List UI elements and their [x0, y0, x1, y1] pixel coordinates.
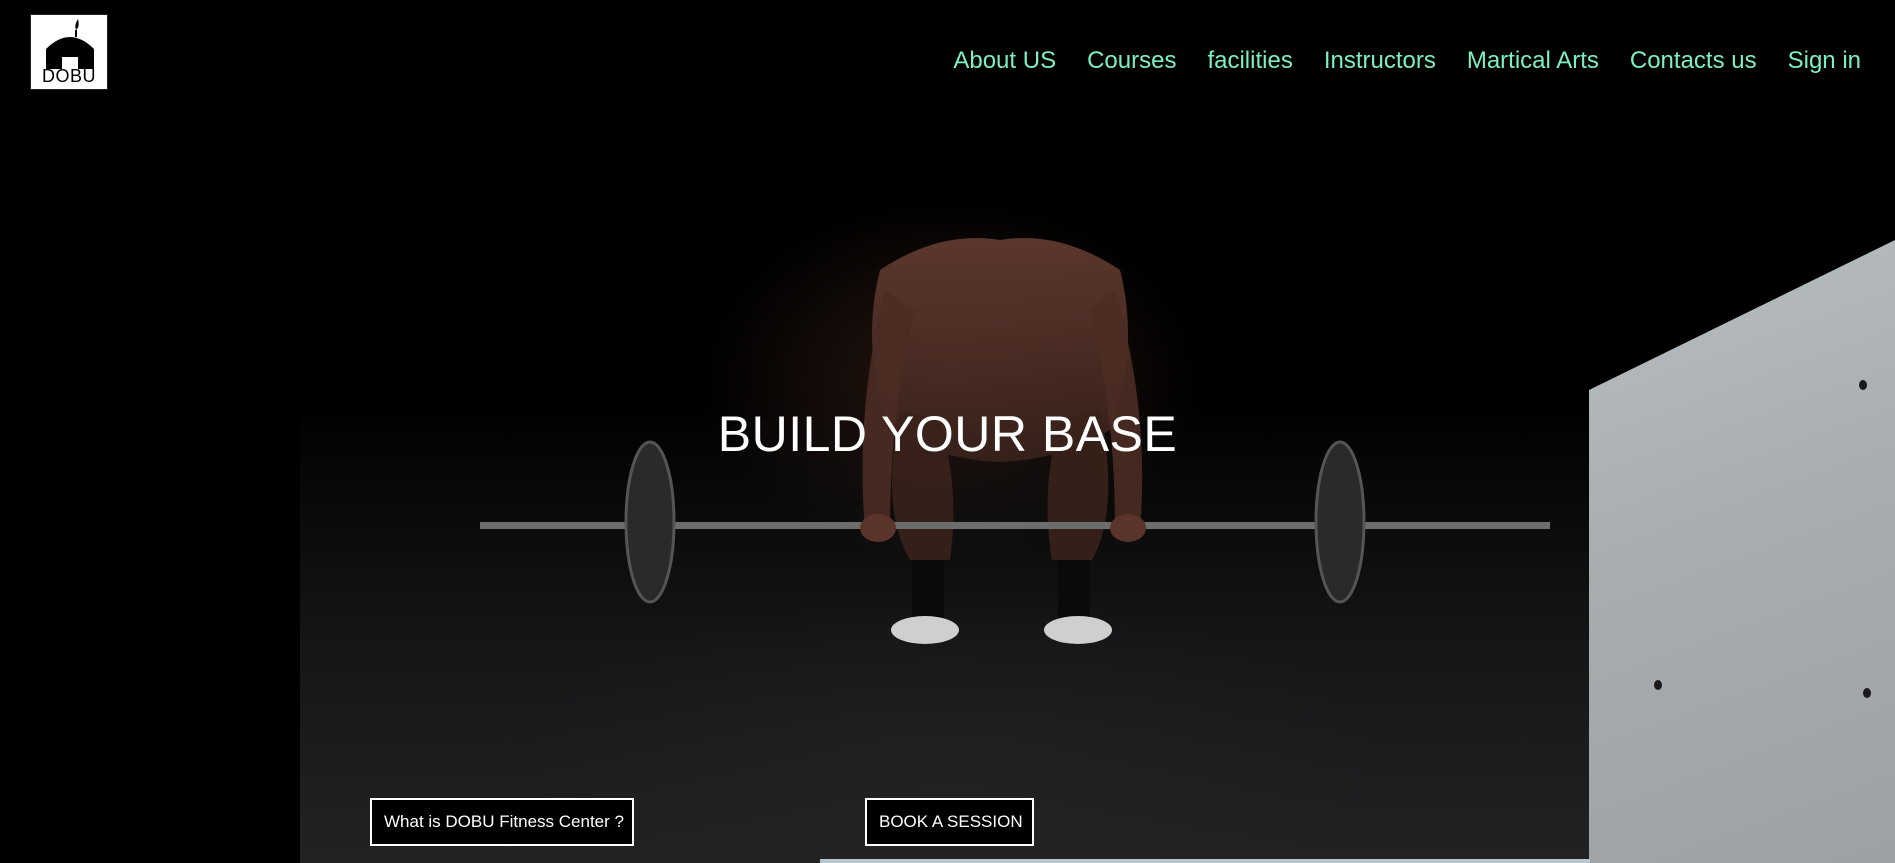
nav-courses[interactable]: Courses: [1087, 44, 1176, 78]
landing-page: DOBU About US Courses facilities Instruc…: [0, 0, 1895, 863]
dobu-logo[interactable]: DOBU: [30, 14, 108, 90]
weightlifter-figure: [480, 238, 1550, 644]
nav-about-us[interactable]: About US: [953, 44, 1056, 78]
main-navigation: About US Courses facilities Instructors …: [922, 44, 1861, 78]
nav-facilities[interactable]: facilities: [1207, 44, 1292, 78]
concrete-wall: [1589, 240, 1895, 863]
section-divider: [820, 859, 1590, 863]
nav-contacts-us[interactable]: Contacts us: [1630, 44, 1757, 78]
house-flame-logo-icon: [46, 19, 94, 69]
nav-sign-in[interactable]: Sign in: [1788, 44, 1861, 78]
nav-martial-arts[interactable]: Martical Arts: [1467, 44, 1599, 78]
nav-instructors[interactable]: Instructors: [1324, 44, 1436, 78]
book-session-button[interactable]: BOOK A SESSION: [865, 798, 1034, 846]
hero-title: BUILD YOUR BASE: [717, 406, 1178, 462]
logo-text: DOBU: [41, 66, 96, 86]
what-is-dobu-button[interactable]: What is DOBU Fitness Center ?: [370, 798, 634, 846]
